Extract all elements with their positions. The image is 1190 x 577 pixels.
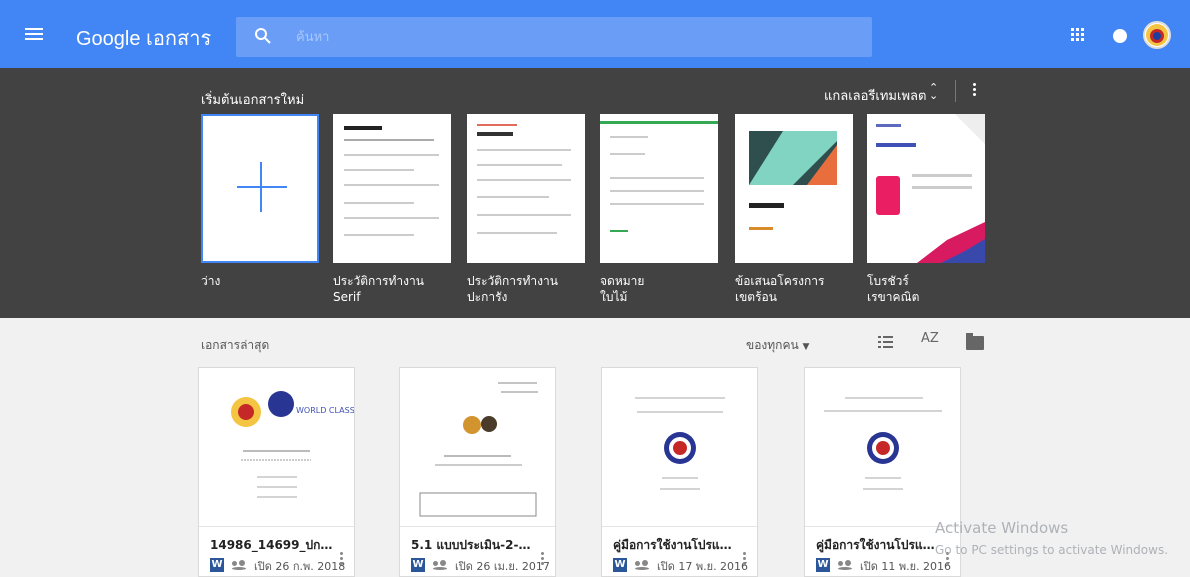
owner-filter-label: ของทุกคน: [746, 338, 799, 352]
dropdown-arrow-icon: ▼: [802, 342, 810, 352]
word-file-icon: W: [816, 558, 830, 572]
shared-icon: [232, 559, 248, 570]
menu-icon[interactable]: [25, 25, 47, 43]
search-icon[interactable]: [254, 27, 272, 45]
search-input[interactable]: [296, 27, 856, 47]
search-bar[interactable]: [236, 17, 872, 57]
expand-collapse-icon[interactable]: ⌃ ⌄: [929, 82, 939, 102]
document-title: 5.1 แบบประเมิน-2-2560-ก...: [411, 538, 536, 552]
more-options-icon[interactable]: [970, 81, 978, 103]
owner-filter-dropdown[interactable]: ของทุกคน ▼: [746, 336, 809, 355]
document-card[interactable]: WORLD CLASS 14986_14699_ปก ใส่ตรา ... W …: [198, 367, 355, 577]
more-options-icon[interactable]: [337, 550, 345, 572]
watermark-title: Activate Windows: [935, 519, 1069, 537]
word-file-icon: W: [210, 558, 224, 572]
svg-text:WORLD CLASS: WORLD CLASS: [296, 406, 354, 415]
document-preview: [805, 368, 960, 527]
document-preview: [602, 368, 757, 527]
template-label-resume-serif[interactable]: ประวัติการทำงาน Serif: [333, 273, 424, 305]
template-label-brochure-geometric[interactable]: โบรชัวร์ เรขาคณิต: [867, 273, 919, 305]
document-title: คู่มือการใช้งานโปรแกรม จบ...: [816, 538, 941, 552]
template-letter-leaf[interactable]: [600, 114, 718, 263]
app-title[interactable]: Google เอกสาร: [76, 22, 211, 54]
recent-heading: เอกสารล่าสุด: [201, 338, 270, 352]
word-file-icon: W: [411, 558, 425, 572]
template-resume-coral[interactable]: [467, 114, 585, 263]
apps-grid-icon[interactable]: [1071, 28, 1085, 42]
document-title: คู่มือการใช้งานโปรแกรม กช...: [613, 538, 738, 552]
template-label-blank[interactable]: ว่าง: [201, 273, 220, 289]
template-brochure-geometric[interactable]: [867, 114, 985, 263]
template-label-project-tropic[interactable]: ข้อเสนอโครงการ เขตร้อน: [735, 273, 824, 305]
shared-icon: [838, 559, 854, 570]
more-options-icon[interactable]: [740, 550, 748, 572]
template-gallery-button[interactable]: แกลเลอรีเทมเพลต: [824, 85, 926, 106]
more-options-icon[interactable]: [538, 550, 546, 572]
watermark-message: Go to PC settings to activate Windows.: [935, 543, 1169, 557]
document-date: เปิด 26 เม.ย. 2017: [455, 560, 550, 573]
document-date: เปิด 26 ก.พ. 2018: [254, 560, 346, 573]
list-view-icon[interactable]: [878, 336, 893, 348]
shared-icon: [433, 559, 449, 570]
sort-az-icon[interactable]: AZ: [921, 331, 939, 346]
document-card[interactable]: 5.1 แบบประเมิน-2-2560-ก... W เปิด 26 เม.…: [399, 367, 556, 577]
account-avatar[interactable]: [1143, 21, 1171, 49]
top-app-bar: Google เอกสาร: [0, 0, 1190, 68]
template-blank[interactable]: [201, 114, 319, 263]
divider: [955, 80, 956, 102]
shared-icon: [635, 559, 651, 570]
document-title: 14986_14699_ปก ใส่ตรา ...: [210, 538, 335, 552]
document-preview: [400, 368, 555, 527]
template-project-tropic[interactable]: [735, 114, 853, 263]
folder-icon[interactable]: [966, 333, 984, 350]
template-label-resume-coral[interactable]: ประวัติการทำงาน ปะการัง: [467, 273, 558, 305]
word-file-icon: W: [613, 558, 627, 572]
windows-activation-watermark: Activate Windows Go to PC settings to ac…: [935, 519, 1185, 561]
template-label-letter-leaf[interactable]: จดหมาย ใบไม้: [600, 273, 644, 305]
template-resume-serif[interactable]: [333, 114, 451, 263]
notifications-icon[interactable]: [1113, 29, 1127, 43]
template-heading: เริ่มต้นเอกสารใหม่: [201, 93, 305, 108]
document-date: เปิด 17 พ.ย. 2016: [657, 560, 749, 573]
document-preview: WORLD CLASS: [199, 368, 354, 527]
document-card[interactable]: คู่มือการใช้งานโปรแกรม กช... W เปิด 17 พ…: [601, 367, 758, 577]
template-gallery: เริ่มต้นเอกสารใหม่ แกลเลอรีเทมเพลต ⌃ ⌄ ว…: [0, 68, 1190, 318]
